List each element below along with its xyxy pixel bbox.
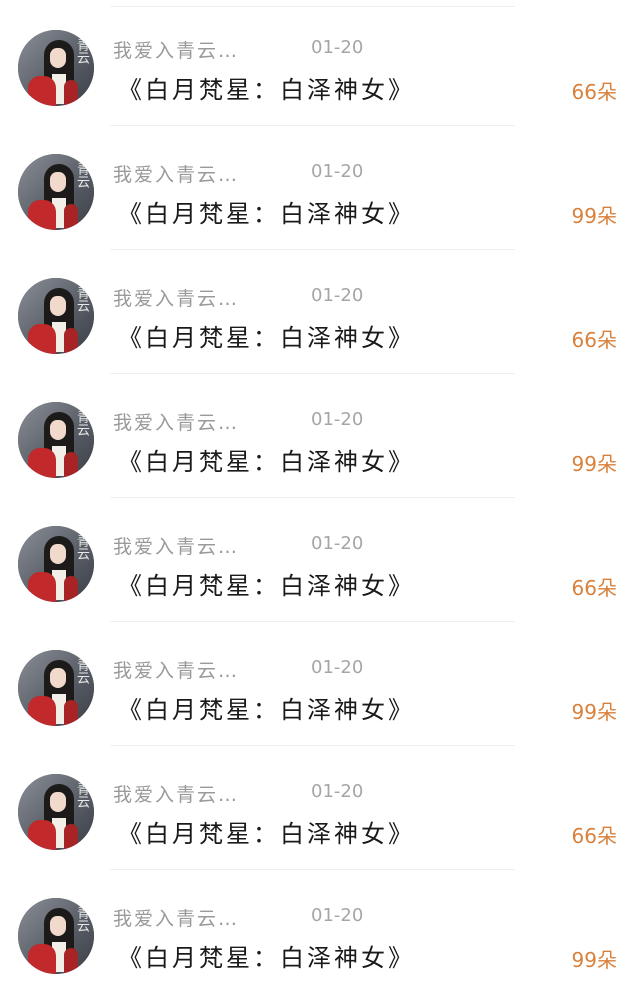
- gift-amount: 99朵: [571, 204, 617, 228]
- gift-date: 01-20: [311, 161, 364, 182]
- avatar-calligraphy: 青云: [74, 162, 89, 188]
- sender-name: 我爱入青云…: [113, 660, 240, 682]
- list-item[interactable]: 青云 我爱入青云… 01-20 《白月梵星：白泽神女》 99朵: [0, 124, 640, 250]
- avatar[interactable]: 青云: [18, 30, 94, 106]
- gift-name: 《白月梵星：白泽神女》: [118, 200, 415, 228]
- gift-date: 01-20: [311, 533, 364, 554]
- list-item[interactable]: 青云 我爱入青云… 01-20 《白月梵星：白泽神女》 99朵: [0, 868, 640, 992]
- sender-name: 我爱入青云…: [113, 908, 240, 930]
- sender-name: 我爱入青云…: [113, 164, 240, 186]
- gift-amount: 66朵: [571, 576, 617, 600]
- gift-name: 《白月梵星：白泽神女》: [118, 76, 415, 104]
- gift-name: 《白月梵星：白泽神女》: [118, 944, 415, 972]
- list-item[interactable]: 青云 我爱入青云… 01-20 《白月梵星：白泽神女》 66朵: [0, 248, 640, 374]
- sender-name: 我爱入青云…: [113, 288, 240, 310]
- sender-name: 我爱入青云…: [113, 40, 240, 62]
- avatar-calligraphy: 青云: [74, 906, 89, 932]
- gift-record-list: 青云 我爱入青云… 01-20 《白月梵星：白泽神女》 66朵 青云 我爱入青云…: [0, 0, 640, 1007]
- sender-name: 我爱入青云…: [113, 412, 240, 434]
- gift-name: 《白月梵星：白泽神女》: [118, 820, 415, 848]
- gift-name: 《白月梵星：白泽神女》: [118, 696, 415, 724]
- gift-date: 01-20: [311, 781, 364, 802]
- list-item[interactable]: 青云 我爱入青云… 01-20 《白月梵星：白泽神女》 99朵: [0, 372, 640, 498]
- avatar-calligraphy: 青云: [74, 38, 89, 64]
- avatar[interactable]: 青云: [18, 278, 94, 354]
- gift-date: 01-20: [311, 285, 364, 306]
- avatar[interactable]: 青云: [18, 774, 94, 850]
- avatar-calligraphy: 青云: [74, 658, 89, 684]
- avatar-calligraphy: 青云: [74, 534, 89, 560]
- gift-date: 01-20: [311, 657, 364, 678]
- avatar-calligraphy: 青云: [74, 286, 89, 312]
- avatar[interactable]: 青云: [18, 402, 94, 478]
- gift-amount: 99朵: [571, 452, 617, 476]
- avatar-calligraphy: 青云: [74, 782, 89, 808]
- gift-amount: 66朵: [571, 328, 617, 352]
- avatar[interactable]: 青云: [18, 154, 94, 230]
- list-item[interactable]: 青云 我爱入青云… 01-20 《白月梵星：白泽神女》 66朵: [0, 0, 640, 126]
- gift-amount: 99朵: [571, 700, 617, 724]
- gift-name: 《白月梵星：白泽神女》: [118, 324, 415, 352]
- list-item[interactable]: 青云 我爱入青云… 01-20 《白月梵星：白泽神女》 99朵: [0, 620, 640, 746]
- sender-name: 我爱入青云…: [113, 784, 240, 806]
- avatar-calligraphy: 青云: [74, 410, 89, 436]
- list-item[interactable]: 青云 我爱入青云… 01-20 《白月梵星：白泽神女》 66朵: [0, 496, 640, 622]
- gift-amount: 66朵: [571, 80, 617, 104]
- gift-date: 01-20: [311, 37, 364, 58]
- gift-amount: 99朵: [571, 948, 617, 972]
- gift-name: 《白月梵星：白泽神女》: [118, 572, 415, 600]
- gift-date: 01-20: [311, 409, 364, 430]
- gift-date: 01-20: [311, 905, 364, 926]
- gift-amount: 66朵: [571, 824, 617, 848]
- gift-name: 《白月梵星：白泽神女》: [118, 448, 415, 476]
- sender-name: 我爱入青云…: [113, 536, 240, 558]
- avatar[interactable]: 青云: [18, 526, 94, 602]
- list-item[interactable]: 青云 我爱入青云… 01-20 《白月梵星：白泽神女》 66朵: [0, 744, 640, 870]
- avatar[interactable]: 青云: [18, 898, 94, 974]
- avatar[interactable]: 青云: [18, 650, 94, 726]
